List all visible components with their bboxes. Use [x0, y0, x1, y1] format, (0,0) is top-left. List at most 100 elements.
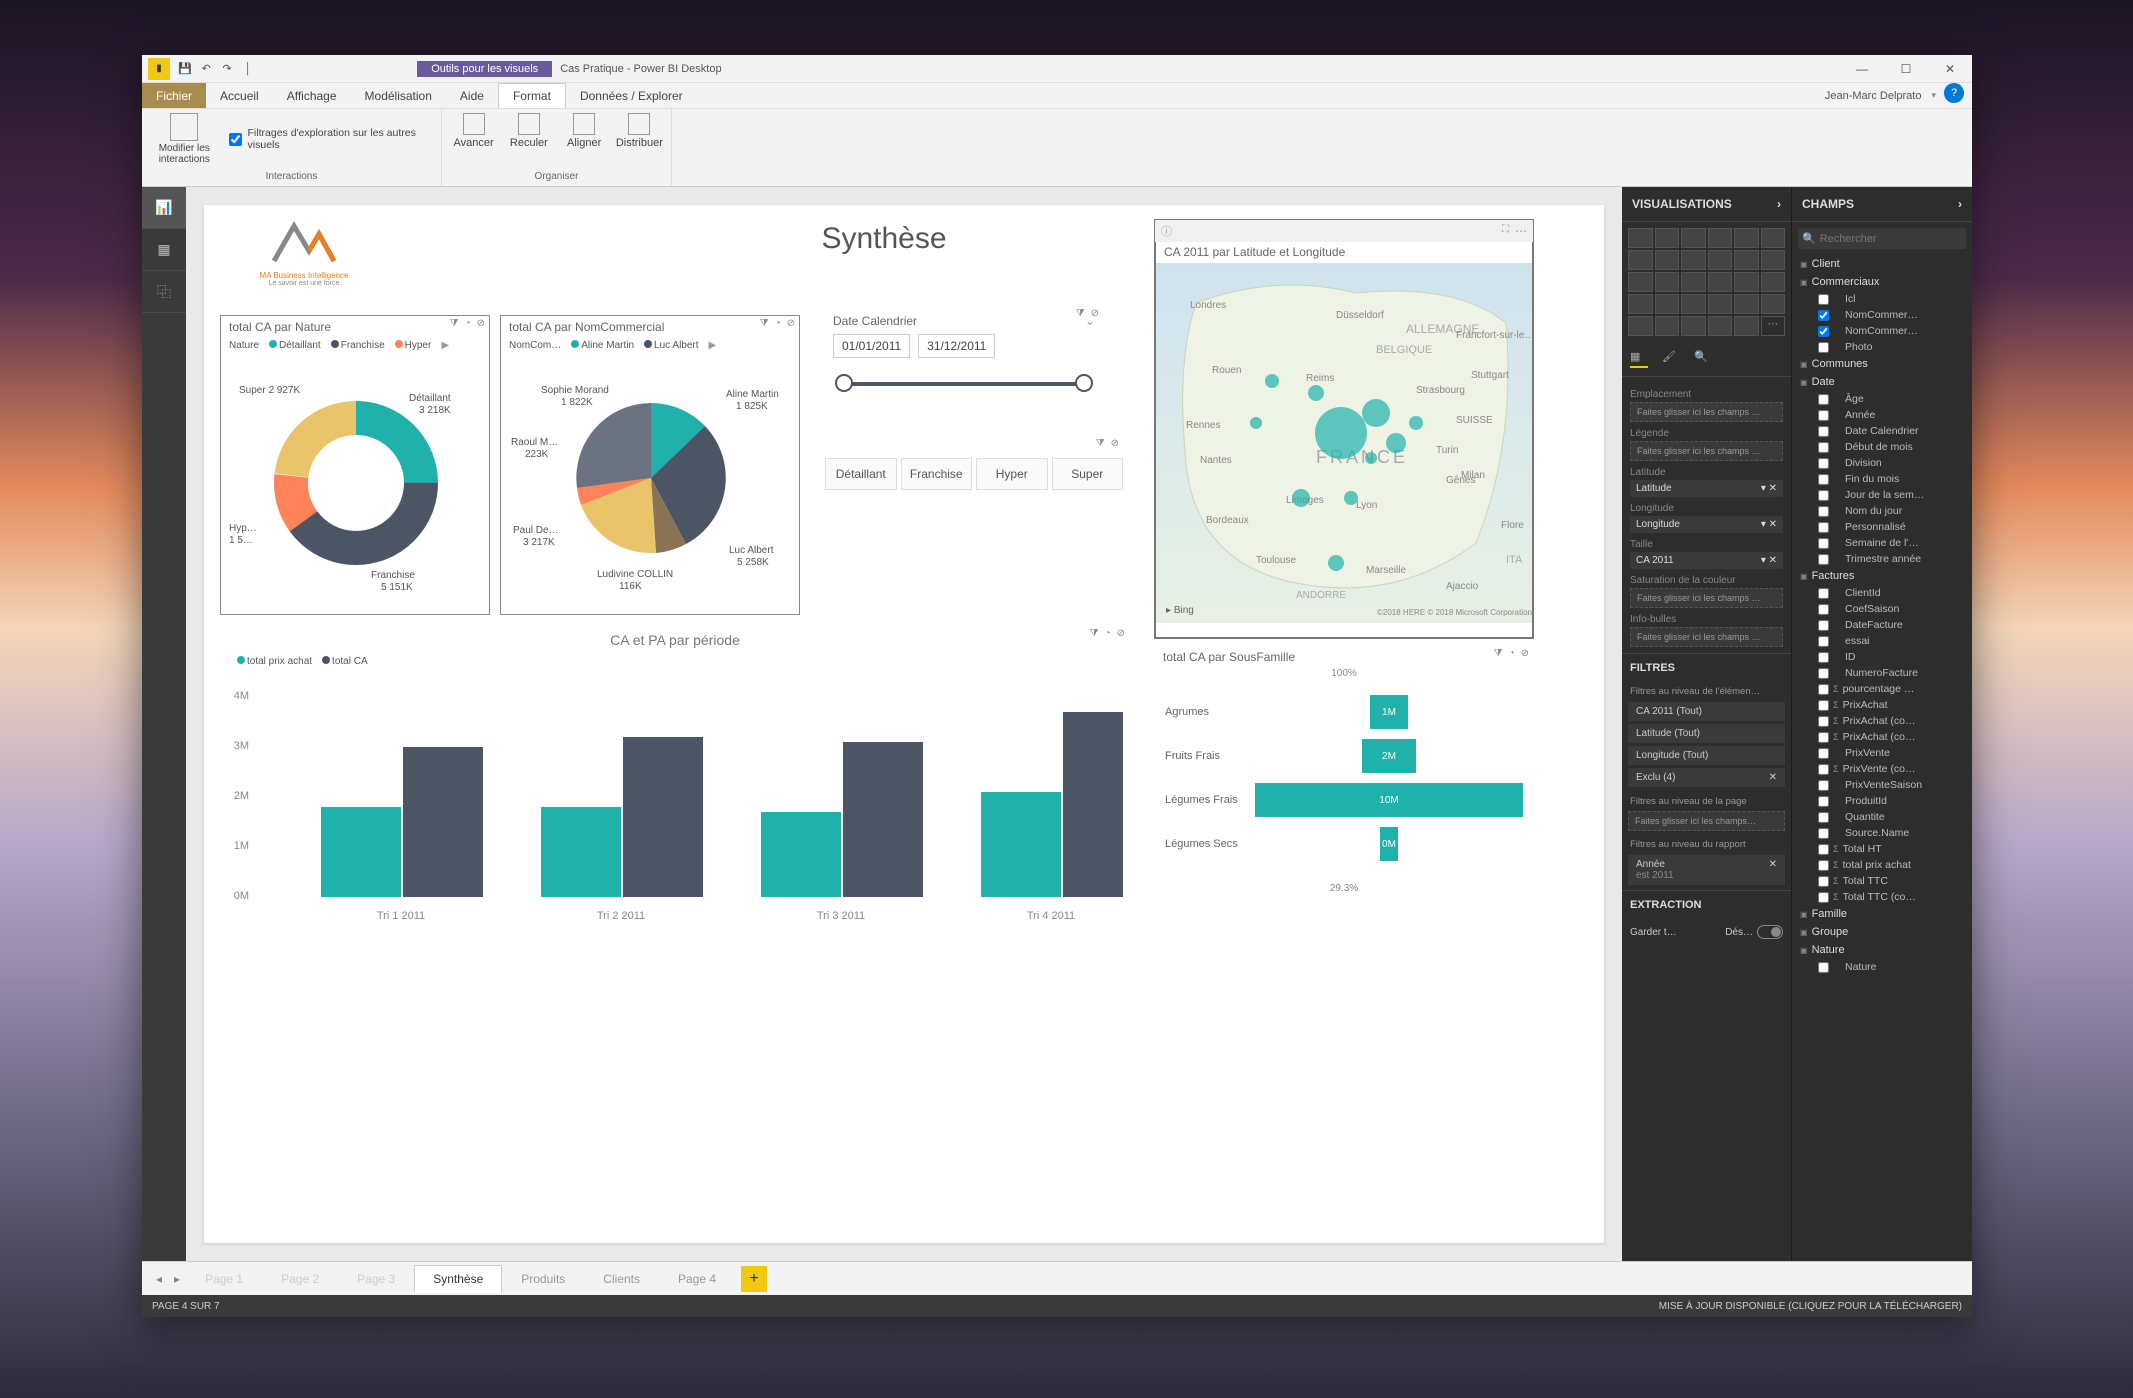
- page-title-visual[interactable]: Synthèse: [734, 221, 1034, 257]
- fields-mode-icon[interactable]: ▦: [1630, 350, 1648, 368]
- field-item[interactable]: PrixVente: [1796, 745, 1968, 761]
- status-update-link[interactable]: MISE À JOUR DISPONIBLE (CLIQUEZ POUR LA …: [1659, 1301, 1962, 1312]
- funnel-row[interactable]: Légumes Frais 10M: [1165, 783, 1523, 817]
- distribute-button[interactable]: Distribuer: [616, 113, 663, 149]
- user-name[interactable]: Jean-Marc Delprato: [1815, 83, 1932, 108]
- field-item[interactable]: Début de mois: [1796, 439, 1968, 455]
- slicer-hyper[interactable]: Hyper: [976, 458, 1048, 490]
- edit-interactions-button[interactable]: Modifier les interactions: [150, 113, 219, 165]
- logo-visual[interactable]: MA Business Intelligence Le savoir est u…: [224, 215, 384, 305]
- slicer-detaillant[interactable]: Détaillant: [825, 458, 897, 490]
- filter-icon[interactable]: ⧩: [1090, 628, 1099, 639]
- filter-exclu[interactable]: Exclu (4)✕: [1628, 768, 1785, 787]
- funnel-row[interactable]: Légumes Secs 0M: [1165, 827, 1523, 861]
- align-button[interactable]: Aligner: [561, 113, 608, 149]
- field-item[interactable]: ID: [1796, 649, 1968, 665]
- slider-handle-right[interactable]: [1075, 374, 1093, 392]
- field-item[interactable]: NomCommer…: [1796, 307, 1968, 323]
- field-item[interactable]: Photo: [1796, 339, 1968, 355]
- save-icon[interactable]: 💾: [176, 62, 194, 75]
- model-view-button[interactable]: ⿻: [142, 271, 186, 313]
- field-table[interactable]: ▣ Famille: [1796, 905, 1968, 923]
- filter-icon[interactable]: ⧩: [1096, 438, 1105, 449]
- redo-icon[interactable]: ↷: [218, 62, 236, 75]
- page-tab[interactable]: Page 2: [262, 1265, 338, 1293]
- page-tab[interactable]: Produits: [502, 1265, 584, 1293]
- clear-icon[interactable]: ⊘: [1521, 648, 1529, 659]
- page-tab[interactable]: Synthèse: [414, 1265, 502, 1293]
- donut-chart-visual[interactable]: ⧩◔⊘ total CA par Nature Nature Détaillan…: [220, 315, 490, 615]
- collapse-icon[interactable]: ›: [1777, 197, 1781, 211]
- nature-slicer-visual[interactable]: ⧩⊘ Détaillant Franchise Hyper Super: [824, 435, 1124, 505]
- field-item[interactable]: ΣPrixAchat: [1796, 697, 1968, 713]
- field-item[interactable]: Nature: [1796, 959, 1968, 975]
- drill-filter-checkbox[interactable]: [229, 133, 242, 146]
- report-view-button[interactable]: 📊: [142, 187, 186, 229]
- field-table[interactable]: ▣ Date: [1796, 373, 1968, 391]
- send-backward-button[interactable]: Reculer: [505, 113, 552, 149]
- field-item[interactable]: ΣTotal TTC (co…: [1796, 889, 1968, 905]
- maximize-button[interactable]: ☐: [1884, 55, 1928, 83]
- analytics-mode-icon[interactable]: 🔍: [1694, 350, 1712, 368]
- filter-annee[interactable]: Année est 2011 ✕: [1628, 855, 1785, 885]
- field-item[interactable]: ΣTotal TTC: [1796, 873, 1968, 889]
- clear-slicer-icon[interactable]: ⊘: [1091, 308, 1099, 319]
- page-filter-drop[interactable]: Faites glisser ici les champs…: [1628, 811, 1785, 831]
- slider-handle-left[interactable]: [835, 374, 853, 392]
- tab-modelisation[interactable]: Modélisation: [351, 83, 446, 108]
- chevron-down-icon[interactable]: ▾: [1931, 90, 1936, 101]
- field-item[interactable]: Trimestre année: [1796, 551, 1968, 567]
- field-item[interactable]: ΣTotal HT: [1796, 841, 1968, 857]
- data-view-button[interactable]: ▦: [142, 229, 186, 271]
- field-item[interactable]: Fin du mois: [1796, 471, 1968, 487]
- page-tab[interactable]: Page 4: [659, 1265, 735, 1293]
- focus-icon[interactable]: ◔: [1105, 628, 1111, 639]
- tab-prev-icon[interactable]: ◂: [150, 1272, 168, 1286]
- field-item[interactable]: PrixVenteSaison: [1796, 777, 1968, 793]
- page-tab[interactable]: Page 1: [186, 1265, 262, 1293]
- tab-affichage[interactable]: Affichage: [273, 83, 351, 108]
- field-item[interactable]: Division: [1796, 455, 1968, 471]
- field-table[interactable]: ▣ Communes: [1796, 355, 1968, 373]
- well-infobulles[interactable]: Faites glisser ici les champs …: [1630, 627, 1783, 647]
- slicer-super[interactable]: Super: [1052, 458, 1124, 490]
- well-longitude-chip[interactable]: Longitude▾ ✕: [1630, 516, 1783, 533]
- toggle-switch[interactable]: [1757, 925, 1783, 939]
- field-item[interactable]: ClientId: [1796, 585, 1968, 601]
- filter-ca[interactable]: CA 2011 (Tout): [1628, 702, 1785, 721]
- filter-lat[interactable]: Latitude (Tout): [1628, 724, 1785, 743]
- field-item[interactable]: Âge: [1796, 391, 1968, 407]
- page-tab[interactable]: Page 3: [338, 1265, 414, 1293]
- add-page-button[interactable]: +: [741, 1266, 767, 1292]
- date-slicer-visual[interactable]: ⧩⊘ Date Calendrier ⌄ 01/01/2011 31/12/20…: [824, 305, 1104, 415]
- format-mode-icon[interactable]: 🖌: [1662, 350, 1680, 368]
- well-latitude-chip[interactable]: Latitude▾ ✕: [1630, 480, 1783, 497]
- tab-aide[interactable]: Aide: [446, 83, 498, 108]
- filter-icon[interactable]: ⧩: [1494, 648, 1503, 659]
- qat-more-icon[interactable]: │: [239, 63, 257, 75]
- pie-chart-visual[interactable]: ⧩◔⊘ total CA par NomCommercial NomCom… A…: [500, 315, 800, 615]
- collapse-icon[interactable]: ›: [1958, 197, 1962, 211]
- funnel-row[interactable]: Agrumes 1M: [1165, 695, 1523, 729]
- clear-icon[interactable]: ⧩: [1076, 308, 1085, 319]
- undo-icon[interactable]: ↶: [197, 62, 215, 75]
- funnel-visual[interactable]: ⧩◔⊘ total CA par SousFamille 100% Agrume…: [1154, 645, 1534, 965]
- clear-icon[interactable]: ⊘: [1117, 628, 1125, 639]
- field-item[interactable]: Date Calendrier: [1796, 423, 1968, 439]
- more-icon[interactable]: ⋯: [1515, 224, 1527, 238]
- field-item[interactable]: CoefSaison: [1796, 601, 1968, 617]
- date-to-input[interactable]: 31/12/2011: [918, 334, 995, 358]
- focus-icon[interactable]: ◔: [1509, 648, 1515, 659]
- field-item[interactable]: DateFacture: [1796, 617, 1968, 633]
- filter-lon[interactable]: Longitude (Tout): [1628, 746, 1785, 765]
- help-icon[interactable]: ?: [1944, 83, 1964, 103]
- file-tab[interactable]: Fichier: [142, 83, 206, 108]
- map-visual[interactable]: ⓘ ⛶ ⋯ CA 2011 par Latitude et Longitude …: [1154, 219, 1534, 639]
- field-item[interactable]: Jour de la sem…: [1796, 487, 1968, 503]
- field-item[interactable]: ΣPrixAchat (co…: [1796, 729, 1968, 745]
- field-table[interactable]: ▣ Factures: [1796, 567, 1968, 585]
- filter-icon[interactable]: ⧩: [450, 318, 459, 329]
- tab-accueil[interactable]: Accueil: [206, 83, 273, 108]
- slicer-franchise[interactable]: Franchise: [901, 458, 973, 490]
- field-item[interactable]: Σtotal prix achat: [1796, 857, 1968, 873]
